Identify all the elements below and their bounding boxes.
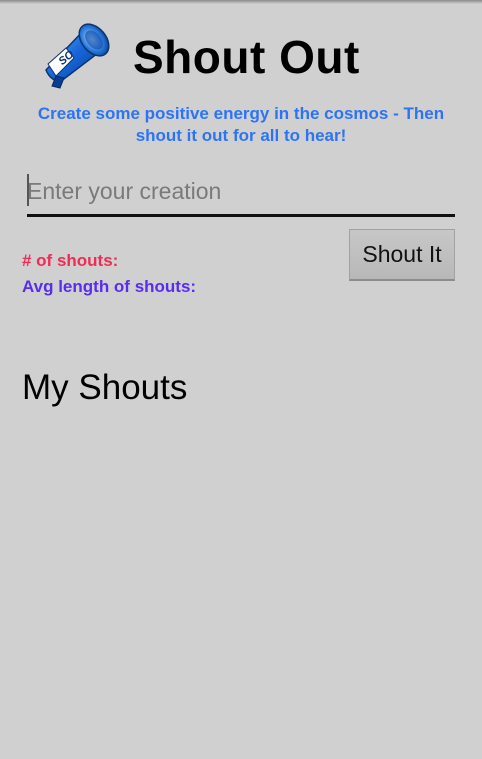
shout-input-container [27,171,455,217]
my-shouts-heading: My Shouts [22,368,188,407]
shouts-list [22,420,460,740]
shout-count-label: # of shouts: [22,251,119,270]
input-underline [27,214,455,217]
tagline: Create some positive energy in the cosmo… [37,104,445,145]
shout-input[interactable] [27,171,455,211]
status-bar-edge [0,0,482,4]
megaphone-icon: SO [40,20,114,90]
avg-length-label: Avg length of shouts: [22,277,197,296]
shout-it-button[interactable]: Shout It [349,229,455,281]
app-title: Shout Out [133,31,360,83]
text-cursor [27,174,29,206]
